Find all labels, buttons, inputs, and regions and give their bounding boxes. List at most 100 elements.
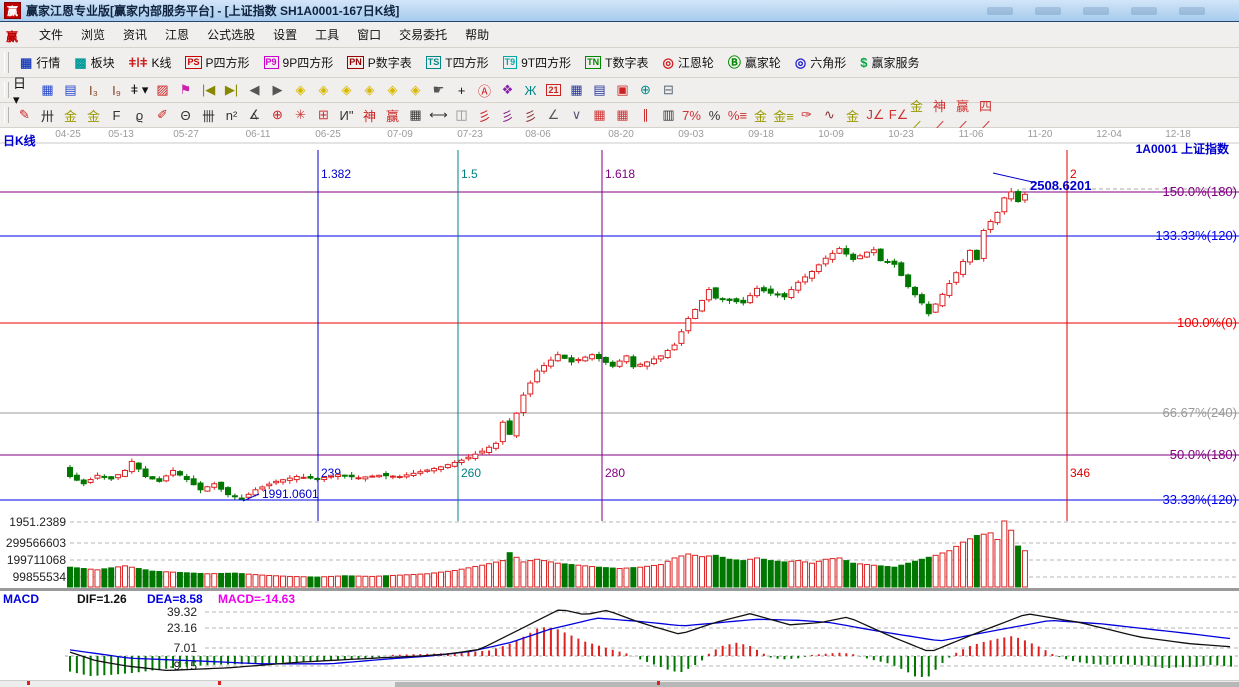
tool-p-square-button[interactable]: PS P四方形: [178, 52, 256, 73]
percent-icon[interactable]: %: [703, 105, 726, 125]
last-bar-icon[interactable]: ▶|: [220, 80, 243, 100]
menu-item-window[interactable]: 窗口: [348, 23, 390, 46]
angle-si-icon[interactable]: 四∠: [979, 99, 1002, 133]
angle-gold-icon[interactable]: 金∠: [910, 99, 933, 133]
menu-item-gann[interactable]: 江恩: [156, 23, 198, 46]
menu-item-settings[interactable]: 设置: [264, 23, 306, 46]
shrink-v-icon[interactable]: ◈: [404, 80, 427, 100]
measure-h-icon[interactable]: ⟷: [427, 105, 450, 125]
bars-3-icon[interactable]: I₃: [82, 80, 105, 100]
pattern-tool-icon[interactable]: Ж: [519, 80, 542, 100]
menu-item-trade[interactable]: 交易委托: [390, 23, 456, 46]
report-panel-icon[interactable]: ▤: [59, 80, 82, 100]
angle-tool-icon[interactable]: ∡: [243, 105, 266, 125]
marker-tool-icon[interactable]: ❖: [496, 80, 519, 100]
fan-dark-icon[interactable]: 彡: [519, 105, 542, 125]
box-frame-icon[interactable]: ◫: [450, 105, 473, 125]
angle-lines-icon[interactable]: ∠: [542, 105, 565, 125]
next-bar-icon[interactable]: ▶: [266, 80, 289, 100]
shen-tool-icon[interactable]: 神: [358, 105, 381, 125]
n-square-icon[interactable]: n²: [220, 105, 243, 125]
pen-red-icon[interactable]: ✐: [151, 105, 174, 125]
tool-9t-square-button[interactable]: T9 9T四方形: [496, 52, 579, 73]
square-web-icon[interactable]: ⊞: [312, 105, 335, 125]
grid-red-2-icon[interactable]: ▦: [611, 105, 634, 125]
tool-winner-wheel-button[interactable]: Ⓑ 赢家轮: [721, 52, 788, 73]
angle-f-icon[interactable]: F∠: [887, 105, 910, 125]
toolbar-grip[interactable]: [4, 52, 9, 73]
macd-indicator-label[interactable]: MACD: [3, 592, 39, 606]
angle-ying-icon[interactable]: 赢∠: [956, 99, 979, 133]
hand-tool-icon[interactable]: ☛: [427, 80, 450, 100]
menu-item-help[interactable]: 帮助: [456, 23, 498, 46]
menu-item-news[interactable]: 资讯: [114, 23, 156, 46]
percent-levels-icon[interactable]: %≡: [726, 105, 749, 125]
web-browser-icon[interactable]: ⊕: [634, 80, 657, 100]
grid-red-icon[interactable]: ▦: [588, 105, 611, 125]
parallel-lines-icon[interactable]: ∥: [634, 105, 657, 125]
tool-gann-wheel-button[interactable]: ◎ 江恩轮: [655, 52, 720, 73]
candle-style-icon[interactable]: ǂ ▾: [128, 80, 151, 100]
menu-item-file[interactable]: 文件: [30, 23, 72, 46]
print-icon[interactable]: ⊟: [657, 80, 680, 100]
shrink-h-icon[interactable]: ◈: [358, 80, 381, 100]
spiral-icon[interactable]: ϱ: [128, 105, 151, 125]
brush-icon[interactable]: ✑: [795, 105, 818, 125]
bars-9-icon[interactable]: I₉: [105, 80, 128, 100]
scrollbar-thumb[interactable]: [395, 682, 1239, 687]
gold-section-icon[interactable]: 金: [59, 105, 82, 125]
calendar-icon[interactable]: 21: [542, 80, 565, 100]
n-marks-icon[interactable]: И": [335, 105, 358, 125]
gann-box-icon[interactable]: ▥: [657, 105, 680, 125]
tool-t-digit-table-button[interactable]: TN T数字表: [578, 52, 655, 73]
formula-manager-icon[interactable]: ▨: [151, 80, 174, 100]
calculator-icon[interactable]: ▦: [565, 80, 588, 100]
tool-sectors-button[interactable]: ▩ 板块: [67, 52, 121, 73]
circle-cross-icon[interactable]: ⊕: [266, 105, 289, 125]
gann-grid-icon[interactable]: 卅: [36, 105, 59, 125]
toolbar-grip[interactable]: [4, 106, 9, 124]
menu-item-tools[interactable]: 工具: [306, 23, 348, 46]
percent-line-icon[interactable]: 7%: [680, 105, 703, 125]
zoom-tool-icon[interactable]: Ⓐ: [473, 80, 496, 100]
web-tool-icon[interactable]: ✳: [289, 105, 312, 125]
network-chart-icon[interactable]: ▦: [36, 80, 59, 100]
save-icon[interactable]: ▣: [611, 80, 634, 100]
fan-red-icon[interactable]: 彡: [473, 105, 496, 125]
f-tool-icon[interactable]: F: [105, 105, 128, 125]
tool-kline-button[interactable]: ǂǀǂ K线: [122, 52, 179, 73]
wave-icon[interactable]: ∿: [818, 105, 841, 125]
gold-angle-icon[interactable]: 金: [841, 105, 864, 125]
crosshair-tool-icon[interactable]: +: [450, 80, 473, 100]
tool-t-square-button[interactable]: TS T四方形: [419, 52, 496, 73]
count-grid-icon[interactable]: 卌: [197, 105, 220, 125]
period-day-icon[interactable]: 日 ▾: [13, 76, 36, 107]
expand-v-icon[interactable]: ◈: [381, 80, 404, 100]
gold-lines-icon[interactable]: 金≡: [772, 105, 795, 125]
ying-tool-icon[interactable]: 赢: [381, 105, 404, 125]
angle-j-icon[interactable]: J∠: [864, 105, 887, 125]
fan-purple-icon[interactable]: 彡: [496, 105, 519, 125]
menu-item-browse[interactable]: 浏览: [72, 23, 114, 46]
color-flag-icon[interactable]: ⚑: [174, 80, 197, 100]
shift-left-icon[interactable]: ◈: [289, 80, 312, 100]
tool-p-digit-table-button[interactable]: PN P数字表: [340, 52, 419, 73]
shift-right-icon[interactable]: ◈: [312, 80, 335, 100]
tool-hexagon-button[interactable]: ◎ 六角形: [788, 52, 853, 73]
gold-section-2-icon[interactable]: 金: [82, 105, 105, 125]
prev-bar-icon[interactable]: ◀: [243, 80, 266, 100]
chart-area[interactable]: 日K线 04-25 05-13 05-27 06-11 06-25 07-09 07-23 0…: [0, 128, 1239, 680]
first-bar-icon[interactable]: |◀: [197, 80, 220, 100]
angle-shen-icon[interactable]: 神∠: [933, 99, 956, 133]
compass-icon[interactable]: Θ: [174, 105, 197, 125]
pencil-icon[interactable]: ✎: [13, 105, 36, 125]
gold-circle-icon[interactable]: 金: [749, 105, 772, 125]
toolbar-grip[interactable]: [4, 81, 9, 99]
tool-9p-square-button[interactable]: P9 9P四方形: [257, 52, 341, 73]
menu-item-formula-stock-pick[interactable]: 公式选股: [198, 23, 264, 46]
expand-h-icon[interactable]: ◈: [335, 80, 358, 100]
tool-winner-service-button[interactable]: $ 赢家服务: [853, 52, 926, 73]
ruler-123-icon[interactable]: ▦: [404, 105, 427, 125]
notes-icon[interactable]: ▤: [588, 80, 611, 100]
v-lines-icon[interactable]: ∨: [565, 105, 588, 125]
